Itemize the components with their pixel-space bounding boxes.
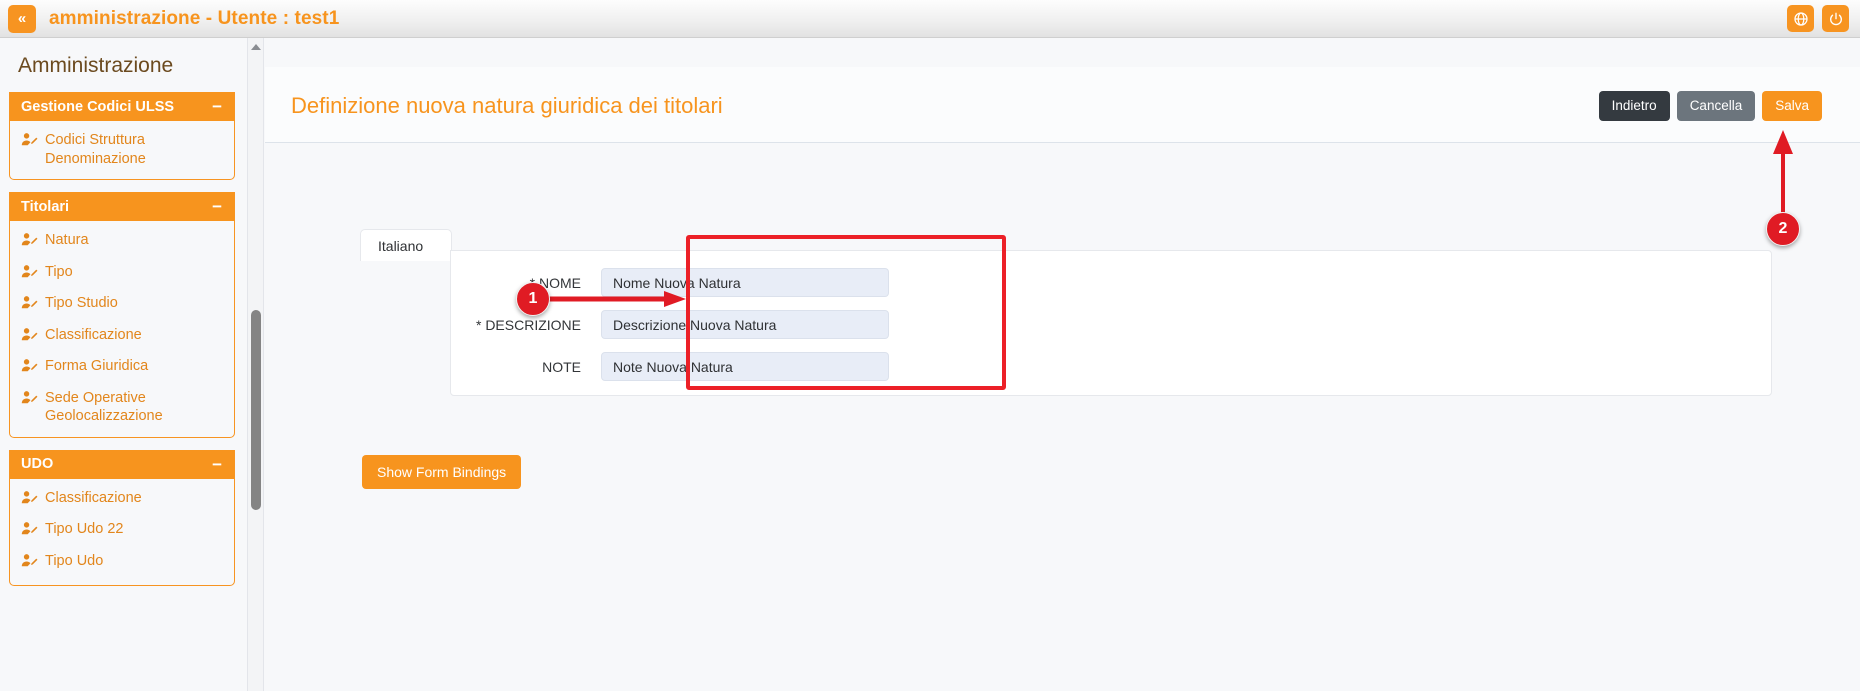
form-row-descrizione: * DESCRIZIONE	[431, 310, 889, 339]
sidebar-item-sede-operative-geolocalizzazione[interactable]: Sede Operative Geolocalizzazione	[10, 384, 234, 431]
sidebar-group-titolari: Titolari − Natura Tipo Tipo Studio Class…	[9, 192, 235, 438]
sidebar-item-codici-struttura-denominazione[interactable]: Codici Struttura Denominazione	[10, 126, 234, 173]
cancel-button[interactable]: Cancella	[1676, 91, 1756, 121]
user-edit-icon	[21, 327, 38, 348]
user-edit-icon	[21, 553, 38, 574]
user-edit-icon	[21, 232, 38, 253]
sidebar-item-label: Forma Giuridica	[45, 358, 149, 375]
page-header: Definizione nuova natura giuridica dei t…	[265, 67, 1860, 143]
sidebar-group-gestione-codici-ulss: Gestione Codici ULSS − Codici Struttura …	[9, 92, 235, 181]
user-edit-icon	[21, 264, 38, 285]
app-title: amministrazione - Utente : test1	[49, 7, 340, 29]
collapse-minus-icon[interactable]: −	[212, 456, 222, 473]
double-chevron-left-icon: «	[17, 10, 27, 27]
header-action-bar: Indietro Cancella Salva	[1598, 91, 1822, 121]
top-bar-actions	[1787, 5, 1860, 32]
power-icon	[1829, 12, 1842, 25]
nome-input[interactable]	[601, 268, 889, 297]
sidebar-item-tipo[interactable]: Tipo	[10, 258, 234, 290]
tab-italiano[interactable]: Italiano	[360, 229, 452, 261]
sidebar-item-label: Classificazione	[45, 489, 142, 506]
sidebar-item-natura[interactable]: Natura	[10, 226, 234, 258]
sidebar-group-label: Titolari	[21, 198, 70, 215]
sidebar-group-udo: UDO − Classificazione Tipo Udo 22 Tipo U…	[9, 449, 235, 586]
user-edit-icon	[21, 295, 38, 316]
show-form-bindings-button[interactable]: Show Form Bindings	[362, 455, 522, 489]
sidebar-group-label: Gestione Codici ULSS	[21, 98, 175, 115]
sidebar-item-label: Sede Operative Geolocalizzazione	[45, 389, 163, 425]
collapse-minus-icon[interactable]: −	[212, 198, 222, 215]
label-nome: * NOME	[529, 274, 581, 291]
sidebar-group-header-udo[interactable]: UDO −	[10, 449, 234, 479]
form-row-note: NOTE	[431, 352, 889, 381]
sidebar-item-classificazione-titolari[interactable]: Classificazione	[10, 321, 234, 353]
sidebar-group-items: Natura Tipo Tipo Studio Classificazione	[10, 221, 234, 437]
sidebar-group-items: Classificazione Tipo Udo 22 Tipo Udo	[10, 479, 234, 585]
scroll-up-arrow-icon[interactable]	[251, 44, 261, 50]
save-button[interactable]: Salva	[1762, 91, 1822, 121]
user-edit-icon	[21, 358, 38, 379]
tab-label: Italiano	[378, 237, 424, 254]
page-title: Definizione nuova natura giuridica dei t…	[291, 93, 723, 118]
back-button[interactable]: Indietro	[1598, 91, 1670, 121]
sidebar-item-label: Codici Struttura Denominazione	[45, 132, 146, 167]
sidebar-item-label: Natura	[45, 232, 89, 249]
user-edit-icon	[21, 390, 38, 411]
top-bar: « amministrazione - Utente : test1	[0, 0, 1860, 38]
sidebar-group-header-titolari[interactable]: Titolari −	[10, 192, 234, 222]
sidebar-item-tipo-studio[interactable]: Tipo Studio	[10, 289, 234, 321]
annotation-badge-2: 2	[1766, 212, 1800, 246]
annotation-badge-1: 1	[516, 282, 550, 316]
sidebar-item-label: Tipo	[45, 263, 73, 280]
logout-button[interactable]	[1822, 5, 1849, 32]
sidebar-group-items: Codici Struttura Denominazione	[10, 121, 234, 179]
sidebar-item-label: Classificazione	[45, 326, 142, 343]
globe-icon	[1793, 11, 1808, 26]
user-edit-icon	[21, 490, 38, 511]
descrizione-input[interactable]	[601, 310, 889, 339]
sidebar-group-label: UDO	[21, 456, 54, 473]
user-edit-icon	[21, 521, 38, 542]
user-edit-icon	[21, 132, 38, 153]
collapse-minus-icon[interactable]: −	[212, 98, 222, 115]
form-card: * NOME * DESCRIZIONE NOTE	[450, 250, 1772, 396]
sidebar-item-forma-giuridica[interactable]: Forma Giuridica	[10, 352, 234, 384]
sidebar-item-classificazione-udo[interactable]: Classificazione	[10, 484, 234, 516]
sidebar-scrollbar-thumb[interactable]	[251, 310, 261, 510]
sidebar-item-label: Tipo Udo	[45, 553, 104, 570]
form-row-nome: * NOME	[431, 268, 889, 297]
sidebar-item-tipo-udo-22[interactable]: Tipo Udo 22	[10, 515, 234, 547]
sidebar-item-label: Tipo Udo 22	[45, 521, 124, 538]
language-button[interactable]	[1787, 5, 1814, 32]
sidebar-item-label: Tipo Studio	[45, 295, 118, 312]
sidebar-group-header-gestione-codici-ulss[interactable]: Gestione Codici ULSS −	[10, 92, 234, 121]
sidebar: Amministrazione Gestione Codici ULSS − C…	[0, 38, 248, 691]
label-note: NOTE	[542, 358, 581, 375]
label-descrizione: * DESCRIZIONE	[475, 316, 581, 333]
note-input[interactable]	[601, 352, 889, 381]
sidebar-collapse-button[interactable]: «	[8, 4, 36, 33]
sidebar-item-tipo-udo[interactable]: Tipo Udo	[10, 547, 234, 579]
sidebar-title: Amministrazione	[18, 54, 174, 77]
sidebar-scrollbar-track[interactable]	[248, 38, 264, 691]
